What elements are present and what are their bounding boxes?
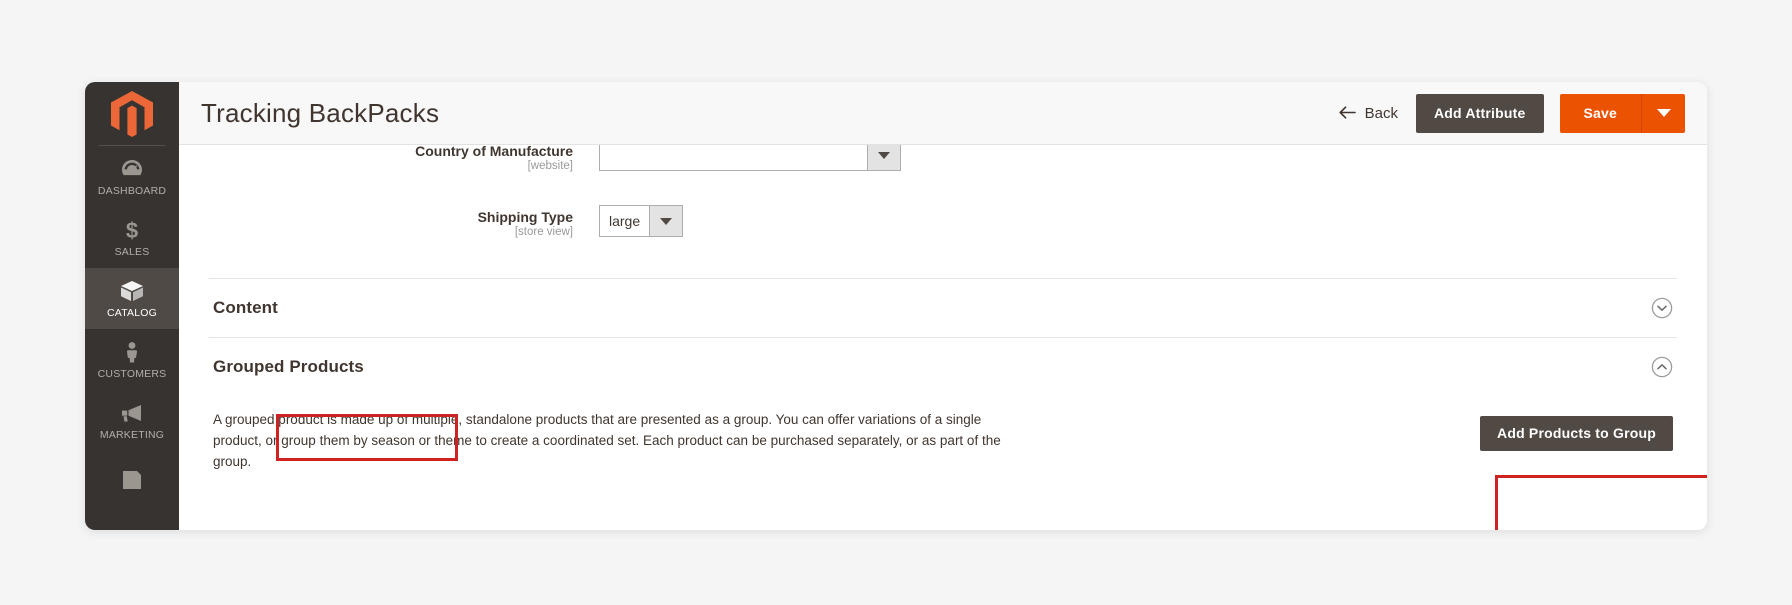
section-header-grouped-products[interactable]: Grouped Products <box>209 338 1677 396</box>
save-button[interactable]: Save <box>1559 93 1641 133</box>
sidebar-item-marketing[interactable]: MARKETING <box>85 390 179 451</box>
field-row-shipping-type: Shipping Type [store view] large <box>179 203 1707 238</box>
page-header: Tracking BackPacks Back Add Attribute Sa… <box>179 82 1707 145</box>
section-content: Content <box>209 278 1677 337</box>
grouped-products-description: A grouped product is made up of multiple… <box>213 412 1001 469</box>
chevron-down-circle-icon <box>1651 297 1673 319</box>
shipping-type-value: large <box>609 213 641 229</box>
dollar-sign-icon: $ <box>126 218 138 242</box>
caret-down-icon <box>1656 109 1671 117</box>
section-header-content[interactable]: Content <box>209 279 1677 337</box>
field-scope-text: [store view] <box>514 226 573 239</box>
add-products-to-group-button[interactable]: Add Products to Group <box>1480 416 1673 452</box>
save-dropdown-toggle[interactable] <box>1641 93 1685 133</box>
field-label-text: Country of Manufacture <box>415 143 573 159</box>
field-control-shipping-type: large <box>599 203 683 237</box>
sidebar-item-customers[interactable]: CUSTOMERS <box>85 329 179 390</box>
chevron-up-circle-icon <box>1651 356 1673 378</box>
add-products-button-wrap: Add Products to Group <box>1480 410 1673 452</box>
sidebar-item-catalog[interactable]: CATALOG <box>85 268 179 329</box>
section-title-content: Content <box>213 298 278 318</box>
magento-admin-window: DASHBOARD $ SALES CATALOG CUSTOMERS MARK… <box>85 82 1707 530</box>
header-actions: Back Add Attribute Save <box>1337 93 1685 133</box>
admin-sidebar: DASHBOARD $ SALES CATALOG CUSTOMERS MARK… <box>85 82 179 530</box>
add-attribute-button[interactable]: Add Attribute <box>1415 93 1544 133</box>
product-form-body: Country of Manufacture [website] Shippin… <box>179 139 1707 530</box>
section-grouped-products: Grouped Products A grouped product is ma… <box>209 337 1677 473</box>
svg-text:$: $ <box>126 218 138 242</box>
back-button[interactable]: Back <box>1337 101 1400 126</box>
save-split-button: Save <box>1559 93 1685 133</box>
magento-logo-icon <box>111 90 153 137</box>
section-title-grouped-products: Grouped Products <box>213 357 364 377</box>
megaphone-icon <box>122 404 141 421</box>
sidebar-item-dashboard[interactable]: DASHBOARD <box>85 146 179 207</box>
sidebar-item-label: SALES <box>114 245 150 258</box>
sidebar-item-label: CATALOG <box>106 306 158 319</box>
sidebar-item-label: MARKETING <box>99 428 165 441</box>
field-scope-text: [website] <box>527 160 573 173</box>
back-button-label: Back <box>1364 104 1398 122</box>
dashboard-gauge-icon <box>122 159 143 175</box>
sidebar-item-label: CUSTOMERS <box>97 367 167 380</box>
person-icon <box>126 341 138 362</box>
box-package-icon <box>121 280 143 301</box>
main-content-area: Tracking BackPacks Back Add Attribute Sa… <box>179 82 1707 530</box>
magento-logo[interactable] <box>85 82 179 145</box>
shipping-type-select[interactable]: large <box>599 205 683 237</box>
page-title: Tracking BackPacks <box>201 97 440 128</box>
field-label-text: Shipping Type <box>477 209 573 225</box>
section-toggle-grouped-products[interactable] <box>1651 356 1673 378</box>
arrow-left-icon <box>1339 106 1356 119</box>
select-arrow <box>649 206 682 236</box>
sidebar-item-sales[interactable]: $ SALES <box>85 207 179 268</box>
section-toggle-content[interactable] <box>1651 297 1673 319</box>
content-pages-icon <box>123 470 141 489</box>
sidebar-item-content[interactable] <box>85 451 179 512</box>
caret-down-icon <box>660 217 673 225</box>
sidebar-item-label: DASHBOARD <box>97 184 167 197</box>
grouped-products-body: A grouped product is made up of multiple… <box>209 396 1677 473</box>
caret-down-icon <box>878 151 890 159</box>
field-label-shipping-type: Shipping Type [store view] <box>179 203 599 238</box>
